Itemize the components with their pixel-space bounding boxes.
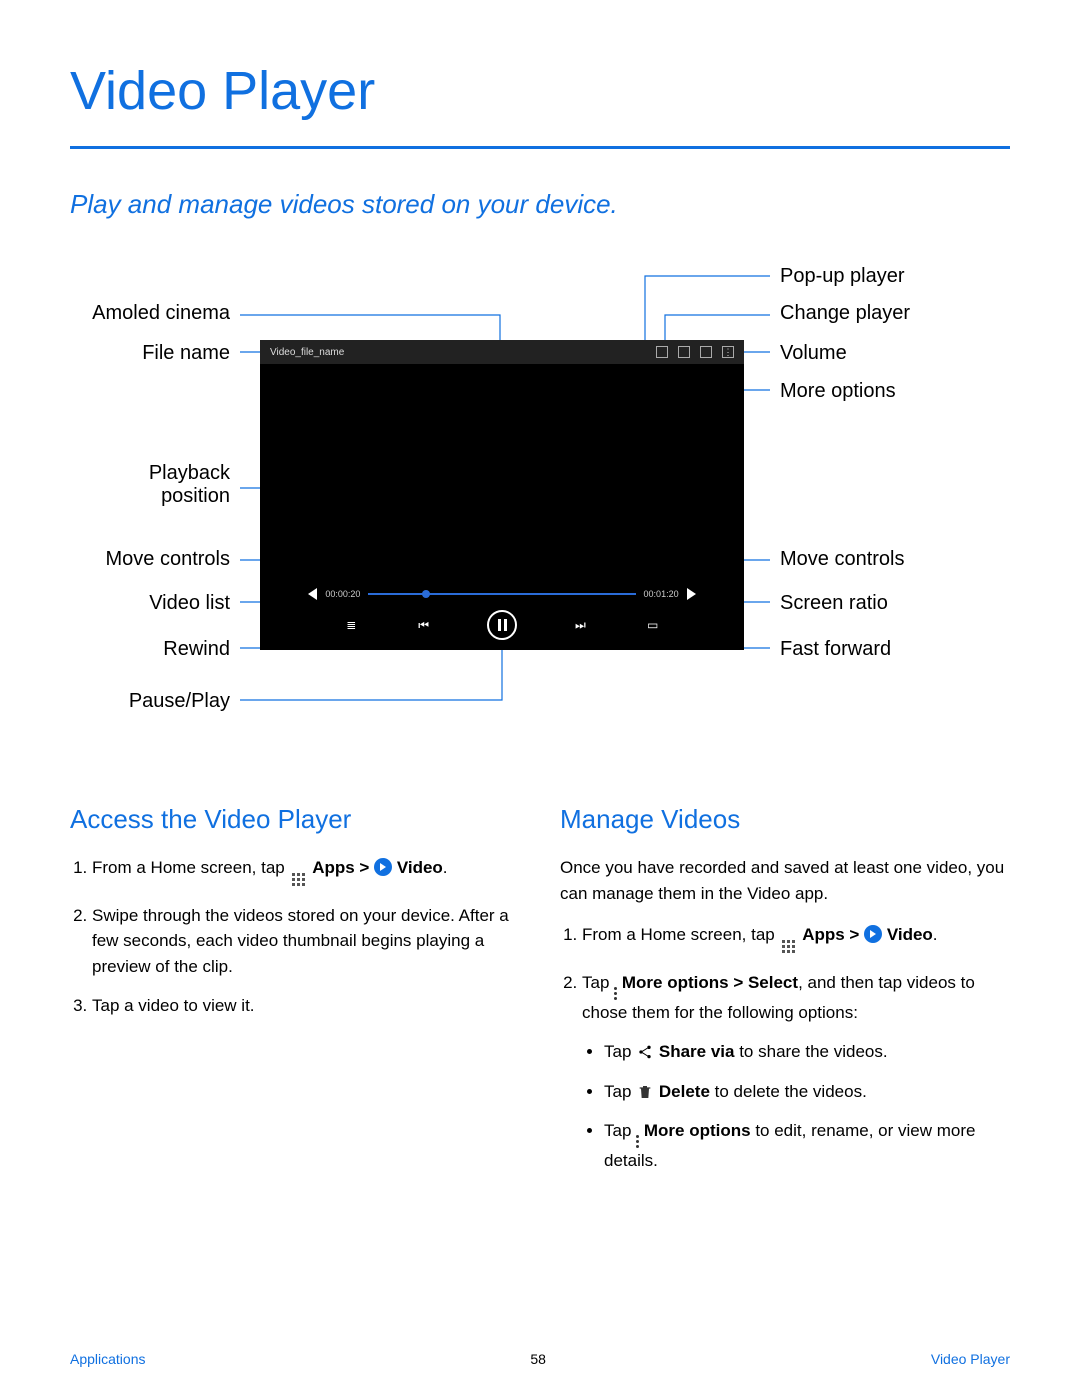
manage-step-2: Tap More options > Select, and then tap … (582, 970, 1010, 1174)
more-options-icon[interactable]: ⋮ (722, 346, 734, 358)
video-app-icon (864, 925, 882, 943)
move-controls-left-icon[interactable] (308, 588, 317, 600)
callout-volume: Volume (780, 342, 847, 365)
callout-fast-forward: Fast forward (780, 638, 891, 661)
player-file-name: Video_file_name (270, 347, 656, 358)
col-access: Access the Video Player From a Home scre… (70, 800, 520, 1188)
callout-playback-position: Playback position (70, 462, 230, 508)
col-manage: Manage Videos Once you have recorded and… (560, 800, 1010, 1188)
player-topbar: Video_file_name ⋮ (260, 340, 744, 364)
share-icon (636, 1043, 654, 1061)
apps-icon (779, 938, 797, 956)
video-app-icon (374, 858, 392, 876)
timeline: 00:00:20 00:01:20 (308, 588, 695, 600)
callout-amoled-cinema: Amoled cinema (70, 302, 230, 325)
access-heading: Access the Video Player (70, 800, 520, 839)
footer-right: Video Player (931, 1351, 1010, 1367)
video-player-mock: Video_file_name ⋮ 00:00:20 00:01:20 ≣ ⏮ … (260, 340, 744, 650)
time-current: 00:00:20 (325, 589, 360, 599)
manage-heading: Manage Videos (560, 800, 1010, 839)
player-top-icons: ⋮ (656, 346, 734, 358)
callout-move-controls-right: Move controls (780, 548, 905, 571)
access-steps: From a Home screen, tap Apps > Video. Sw… (70, 855, 520, 1019)
player-bottom-controls: 00:00:20 00:01:20 ≣ ⏮ ⏭ ▭ (260, 588, 744, 640)
player-diagram: Video_file_name ⋮ 00:00:20 00:01:20 ≣ ⏮ … (70, 270, 1010, 770)
page-subtitle: Play and manage videos stored on your de… (70, 189, 1010, 220)
rewind-icon[interactable]: ⏮ (415, 616, 433, 634)
volume-icon[interactable] (700, 346, 712, 358)
callout-file-name: File name (70, 342, 230, 365)
callout-more-options: More options (780, 380, 896, 403)
callout-video-list: Video list (70, 592, 230, 615)
access-step-1: From a Home screen, tap Apps > Video. (92, 855, 520, 889)
callout-move-controls-left: Move controls (70, 548, 230, 571)
manage-intro: Once you have recorded and saved at leas… (560, 855, 1010, 906)
callout-rewind: Rewind (70, 638, 230, 661)
access-step-3: Tap a video to view it. (92, 993, 520, 1019)
manage-bullet-delete: Tap Delete to delete the videos. (604, 1079, 1010, 1105)
callout-screen-ratio: Screen ratio (780, 592, 888, 615)
screen-ratio-icon[interactable]: ▭ (644, 616, 662, 634)
controls-row: ≣ ⏮ ⏭ ▭ (342, 610, 661, 640)
page-footer: Applications 58 Video Player (70, 1351, 1010, 1367)
manage-bullet-share: Tap Share via to share the videos. (604, 1039, 1010, 1065)
fast-forward-icon[interactable]: ⏭ (571, 616, 589, 634)
trash-icon (636, 1083, 654, 1101)
change-player-icon[interactable] (678, 346, 690, 358)
footer-left: Applications (70, 1351, 146, 1367)
manage-bullets: Tap Share via to share the videos. Tap D… (582, 1039, 1010, 1174)
callout-popup-player: Pop-up player (780, 265, 905, 288)
video-list-icon[interactable]: ≣ (342, 616, 360, 634)
title-rule (70, 146, 1010, 149)
manage-steps: From a Home screen, tap Apps > Video. Ta… (560, 922, 1010, 1174)
manage-bullet-more: Tap More options to edit, rename, or vie… (604, 1118, 1010, 1174)
body-columns: Access the Video Player From a Home scre… (70, 800, 1010, 1188)
callout-change-player: Change player (780, 302, 910, 325)
footer-page-number: 58 (530, 1351, 546, 1367)
page-title: Video Player (70, 60, 1010, 122)
access-step-2: Swipe through the videos stored on your … (92, 903, 520, 980)
pause-play-button[interactable] (487, 610, 517, 640)
seek-bar[interactable] (368, 593, 635, 595)
manage-step-1: From a Home screen, tap Apps > Video. (582, 922, 1010, 956)
more-options-icon (614, 987, 617, 1000)
time-total: 00:01:20 (644, 589, 679, 599)
more-options-icon (636, 1135, 639, 1148)
move-controls-right-icon[interactable] (687, 588, 696, 600)
callout-pause-play: Pause/Play (70, 690, 230, 713)
apps-icon (289, 871, 307, 889)
popup-icon[interactable] (656, 346, 668, 358)
